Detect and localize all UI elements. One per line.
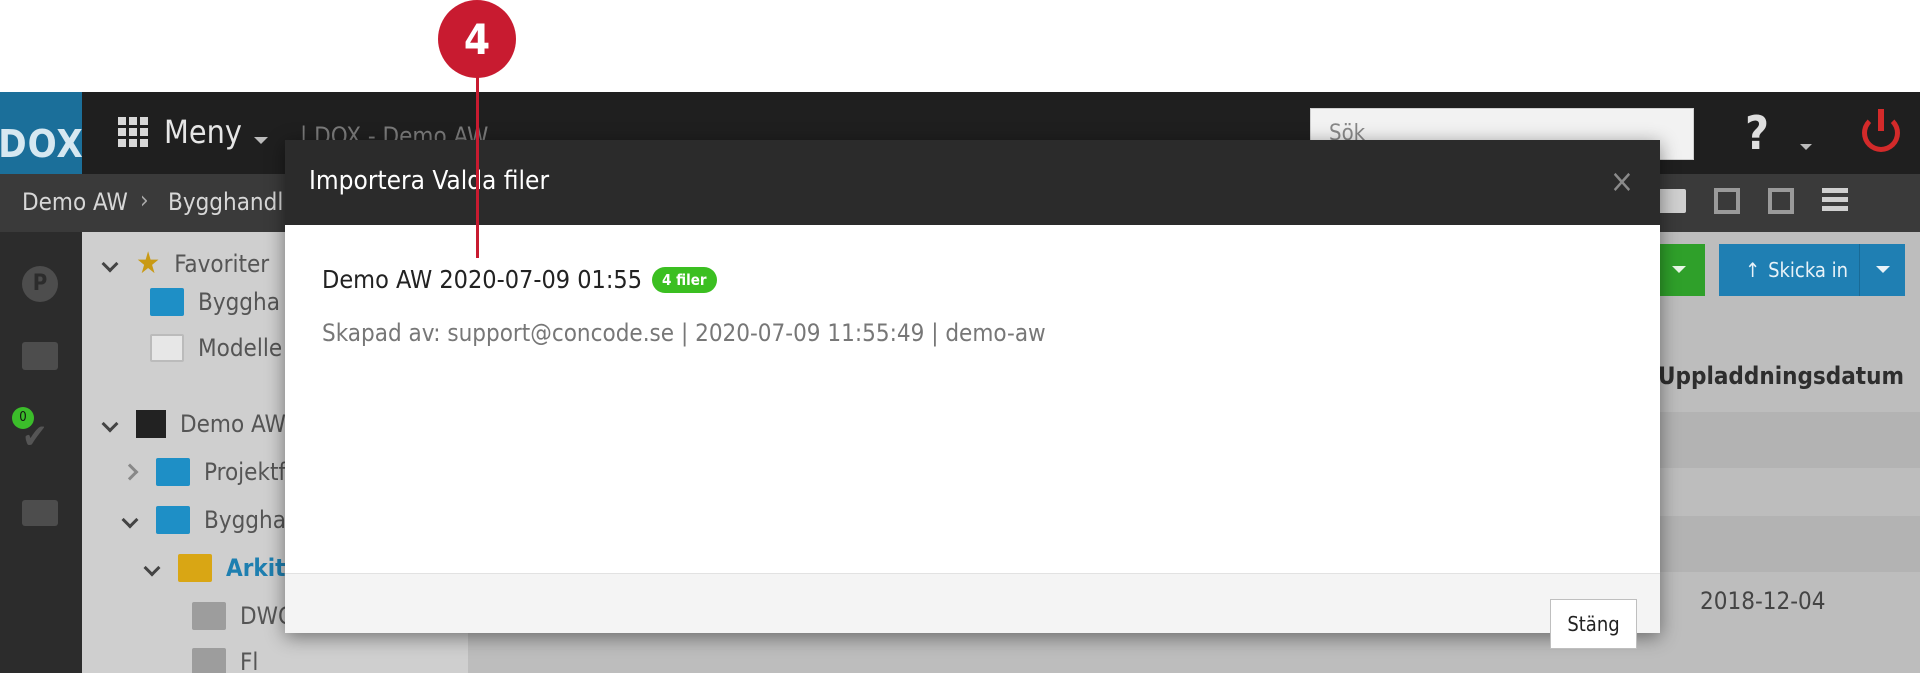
folder-icon (192, 648, 226, 673)
chevron-down-icon[interactable] (1859, 244, 1905, 296)
close-icon[interactable]: × (1610, 162, 1634, 200)
chevron-down-icon[interactable] (101, 415, 119, 433)
archive-icon (136, 410, 166, 438)
tree-item-label: Bygghar (204, 506, 295, 534)
star-icon: ★ (136, 246, 161, 281)
file-count-badge: 4 filer (652, 266, 717, 293)
chevron-down-icon[interactable] (121, 511, 139, 529)
tree-item-favorites[interactable]: ★ Favoriter (101, 246, 270, 281)
folder-icon (156, 458, 190, 486)
menu-button[interactable]: Meny (118, 112, 268, 152)
grid-icon (118, 117, 148, 147)
list-icon[interactable] (1822, 188, 1848, 214)
breadcrumb-item-project[interactable]: Demo AW (22, 188, 128, 216)
tree-item-label: Demo AW (180, 410, 286, 438)
submit-button-label: Skicka in (1768, 258, 1849, 282)
large-grid-icon[interactable] (1714, 188, 1740, 214)
import-metadata: Skapad av: support@concode.se | 2020-07-… (322, 319, 1046, 347)
tree-item-label: Fl (240, 648, 259, 673)
tree-item-label: Projektf (204, 458, 286, 486)
tree-item-favorite[interactable]: Byggha (150, 288, 280, 316)
callout-pointer-line (476, 76, 479, 258)
parking-icon[interactable]: P (22, 266, 58, 302)
tree-item-folder[interactable]: DWG (192, 602, 295, 630)
tree-item-folder[interactable]: Projektf (121, 458, 286, 486)
submit-button[interactable]: ↑ Skicka in (1719, 244, 1905, 296)
import-name: Demo AW 2020-07-09 01:55 (322, 265, 643, 294)
folder-icon (150, 288, 184, 316)
tree-item-folder-active[interactable]: Arkite (143, 554, 300, 582)
column-header-upload-date[interactable]: Uppladdningsdatum (1658, 362, 1904, 390)
chevron-down-icon (253, 136, 268, 144)
chevron-right-icon[interactable] (121, 463, 139, 481)
dialog-footer: Stäng (285, 573, 1660, 649)
dox-logo[interactable]: DOX (0, 92, 83, 174)
tree-item-folder[interactable]: Bygghar (121, 506, 295, 534)
close-button[interactable]: Stäng (1550, 599, 1637, 649)
dialog-body: Demo AW 2020-07-09 01:55 4 filer Skapad … (285, 225, 1660, 573)
tree-item-favorite[interactable]: Modelle (150, 334, 282, 362)
dialog-title: Importera Valda filer (309, 166, 550, 196)
left-rail: P ✔ 0 (0, 232, 82, 673)
import-item-title: Demo AW 2020-07-09 01:55 4 filer (322, 265, 717, 294)
callout-marker: 4 (438, 0, 516, 78)
tree-item-label: Modelle (198, 334, 283, 362)
import-dialog: Importera Valda filer × Demo AW 2020-07-… (285, 140, 1660, 649)
tree-item-project[interactable]: Demo AW (101, 410, 286, 438)
briefcase-icon[interactable] (22, 342, 58, 370)
tree-item-folder[interactable]: Fl (192, 648, 258, 673)
menu-label: Meny (164, 113, 242, 151)
task-count-badge: 0 (12, 407, 34, 429)
chevron-down-icon (1800, 144, 1812, 150)
tree-item-label: Favoriter (174, 249, 270, 278)
chevron-right-icon: › (140, 186, 149, 214)
folder-open-icon (178, 554, 212, 582)
power-icon[interactable] (1862, 109, 1900, 152)
table-cell-date: 2018-12-04 (1700, 587, 1826, 615)
help-icon[interactable]: ? (1745, 106, 1769, 160)
upload-arrow-icon: ↑ (1745, 258, 1761, 282)
view-mode-toolbar (1650, 188, 1848, 214)
tree-item-label: Byggha (198, 288, 280, 316)
lock-icon[interactable] (22, 500, 58, 526)
small-grid-icon[interactable] (1768, 188, 1794, 214)
folder-icon (192, 602, 226, 630)
dialog-header: Importera Valda filer × (285, 140, 1660, 225)
chevron-down-icon[interactable] (101, 255, 119, 272)
dropdown-button-green[interactable] (1653, 244, 1705, 296)
chevron-down-icon[interactable] (143, 559, 161, 577)
folder-open-icon (156, 506, 190, 534)
breadcrumb-item-folder[interactable]: Bygghandli (168, 188, 289, 216)
folder-outline-icon (150, 334, 184, 362)
